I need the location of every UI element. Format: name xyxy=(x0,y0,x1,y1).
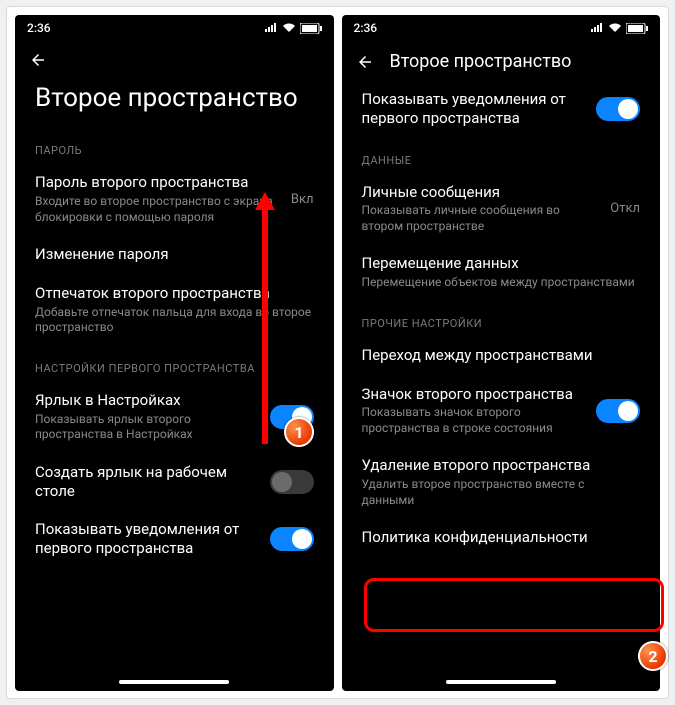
row-show-notifications-right[interactable]: Показывать уведомления от первого простр… xyxy=(342,80,661,138)
section-password: ПАРОЛЬ xyxy=(15,128,334,163)
wifi-icon xyxy=(282,23,296,33)
row-desktop-shortcut[interactable]: Создать ярлык на рабочем столе xyxy=(15,453,334,511)
phone-left: 2:36 Второе пространство ПАРОЛЬ Пароль в… xyxy=(15,15,334,691)
row-second-space-password[interactable]: Пароль второго пространства Входите во в… xyxy=(15,163,334,235)
nav-pill xyxy=(119,680,229,684)
status-time: 2:36 xyxy=(354,21,378,35)
row-switch-spaces[interactable]: Переход между пространствами xyxy=(342,336,661,375)
row-privacy-policy[interactable]: Политика конфиденциальности xyxy=(342,518,661,557)
toggle-desktop-shortcut[interactable] xyxy=(270,470,314,494)
status-icons xyxy=(590,23,648,34)
status-icons xyxy=(264,23,322,34)
top-bar: Второе пространство xyxy=(342,41,661,80)
page-title: Второе пространство xyxy=(15,77,334,128)
signal-icon xyxy=(264,23,278,33)
nav-pill xyxy=(446,680,556,684)
signal-icon xyxy=(590,23,604,33)
settings-list[interactable]: ПАРОЛЬ Пароль второго пространства Входи… xyxy=(15,128,334,677)
row-second-space-icon[interactable]: Значок второго пространства Показывать з… xyxy=(342,375,661,447)
battery-icon xyxy=(300,23,322,34)
toggle-shortcut-settings[interactable] xyxy=(270,405,314,429)
back-icon[interactable] xyxy=(356,53,374,71)
nav-bar[interactable] xyxy=(15,677,334,691)
row-shortcut-settings[interactable]: Ярлык в Настройках Показывать ярлык втор… xyxy=(15,381,334,453)
phone-right: 2:36 Второе пространство Показывать увед… xyxy=(342,15,661,691)
page-title-inline: Второе пространство xyxy=(390,51,572,72)
section-first-space: НАСТРОЙКИ ПЕРВОГО ПРОСТРАНСТВА xyxy=(15,346,334,381)
row-fingerprint[interactable]: Отпечаток второго пространства Добавьте … xyxy=(15,274,334,346)
toggle-second-space-icon[interactable] xyxy=(596,399,640,423)
row-delete-second-space[interactable]: Удаление второго пространства Удалить вт… xyxy=(342,446,661,518)
section-data: ДАННЫЕ xyxy=(342,138,661,173)
settings-list[interactable]: Показывать уведомления от первого простр… xyxy=(342,80,661,677)
toggle-show-notifications-right[interactable] xyxy=(596,97,640,121)
section-other: ПРОЧИЕ НАСТРОЙКИ xyxy=(342,301,661,336)
top-bar xyxy=(15,41,334,77)
row-move-data[interactable]: Перемещение данных Перемещение объектов … xyxy=(342,244,661,300)
back-icon[interactable] xyxy=(29,51,47,69)
row-private-messages[interactable]: Личные сообщения Показывать личные сообщ… xyxy=(342,173,661,245)
nav-bar[interactable] xyxy=(342,677,661,691)
tutorial-frame: 2:36 Второе пространство ПАРОЛЬ Пароль в… xyxy=(6,6,669,699)
status-time: 2:36 xyxy=(27,21,51,35)
toggle-show-notifications-left[interactable] xyxy=(270,527,314,551)
row-show-notifications-left[interactable]: Показывать уведомления от первого простр… xyxy=(15,510,334,568)
wifi-icon xyxy=(608,23,622,33)
battery-icon xyxy=(626,23,648,34)
row-change-password[interactable]: Изменение пароля xyxy=(15,235,334,274)
status-bar: 2:36 xyxy=(15,15,334,41)
status-bar: 2:36 xyxy=(342,15,661,41)
